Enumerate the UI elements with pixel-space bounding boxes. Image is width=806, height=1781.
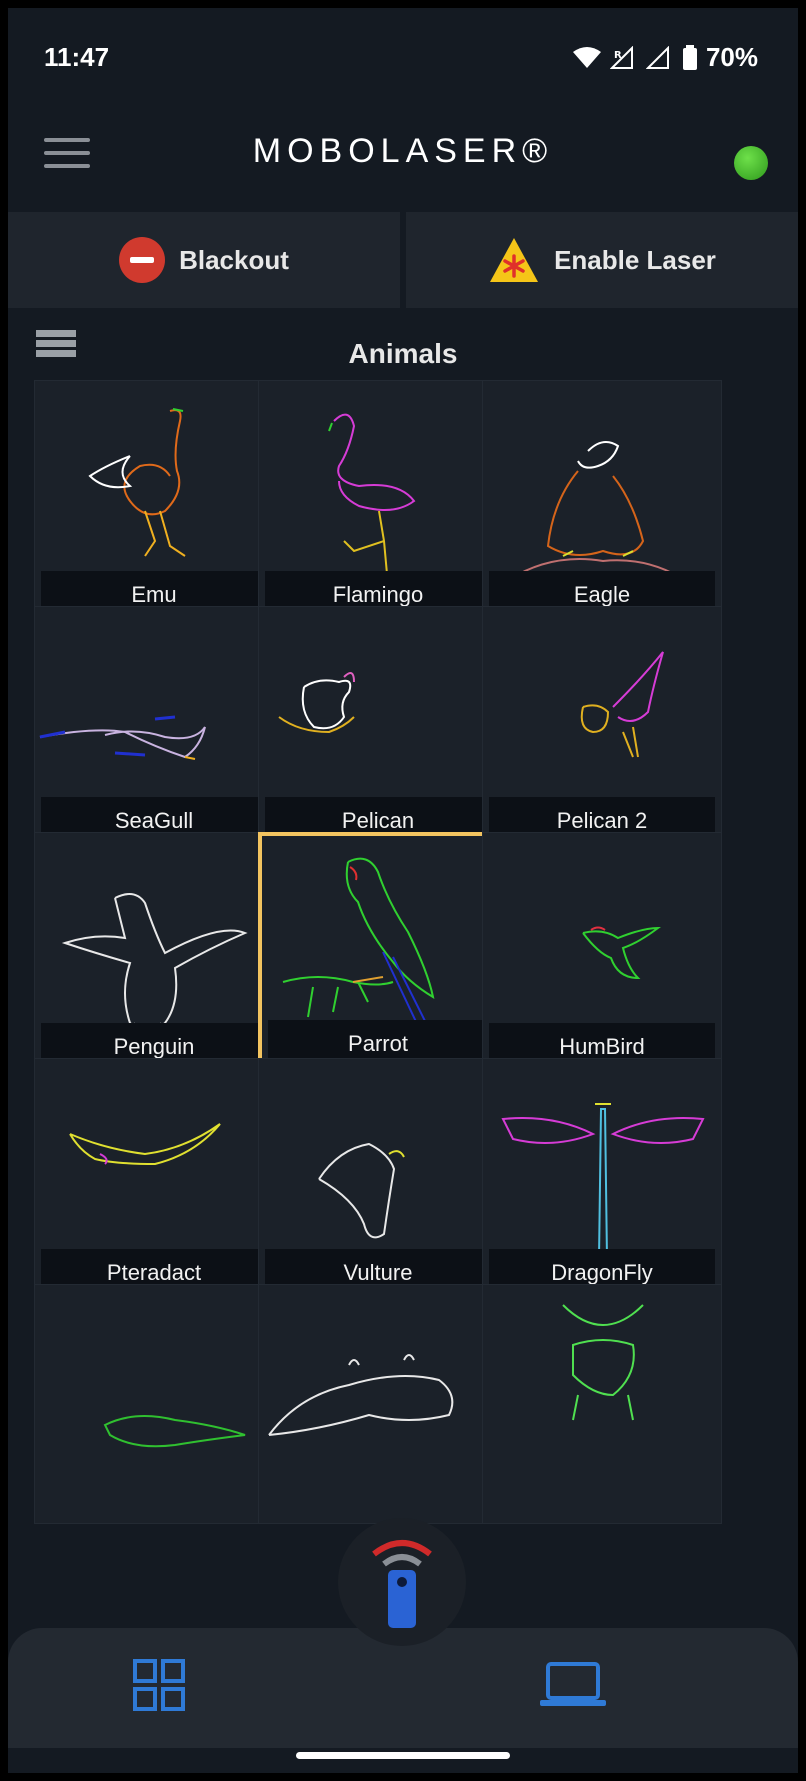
svg-text:R: R [614, 50, 622, 61]
section-header: Animals [8, 308, 798, 380]
tile-vulture[interactable]: Vulture [258, 1058, 498, 1298]
tile-emu[interactable]: Emu [34, 380, 274, 620]
laptop-icon[interactable] [538, 1660, 608, 1710]
tile-parrot[interactable]: Parrot [258, 832, 498, 1072]
tile-dragonfly[interactable]: DragonFly [482, 1058, 722, 1298]
animation-grid: Emu Flamingo Eagle SeaGull Pelican Pelic… [34, 380, 778, 1580]
app-title: MOBOLASER® [252, 132, 554, 170]
tile-frog[interactable] [482, 1284, 722, 1524]
tile-opossum[interactable] [258, 1284, 498, 1524]
status-icons: R 70% [572, 42, 758, 73]
app-screen: 11:47 R 70% MOBOLASER® Blackout Enable L… [8, 8, 798, 1773]
blackout-label: Blackout [179, 244, 289, 275]
tile-seagull[interactable]: SeaGull [34, 606, 274, 846]
opossum-image [268, 1354, 454, 1436]
remote-button[interactable] [338, 1518, 466, 1646]
tile-lizard[interactable] [34, 1284, 274, 1524]
grid-view-icon[interactable] [132, 1658, 186, 1712]
app-bar: MOBOLASER® [8, 100, 798, 210]
blackout-button[interactable]: Blackout [8, 212, 400, 308]
signal-icon: R [609, 45, 633, 69]
lizard-image [103, 1415, 246, 1448]
blackout-icon [119, 237, 166, 283]
laser-warning-icon [490, 238, 539, 282]
tile-pteradact[interactable]: Pteradact [34, 1058, 274, 1298]
bottom-navigation [8, 1628, 798, 1748]
status-time: 11:47 [44, 42, 110, 72]
status-bar: 11:47 R 70% [8, 8, 798, 100]
enable-laser-label: Enable Laser [554, 244, 716, 275]
tile-humbird[interactable]: HumBird [482, 832, 722, 1072]
tile-eagle[interactable]: Eagle [482, 380, 722, 620]
signal-icon-2 [645, 45, 669, 69]
category-title: Animals [348, 338, 458, 369]
tile-flamingo[interactable]: Flamingo [258, 380, 498, 620]
frog-image [562, 1304, 644, 1421]
connection-status-indicator[interactable] [734, 146, 768, 180]
wifi-icon [572, 46, 601, 68]
tile-penguin[interactable]: Penguin [34, 832, 274, 1072]
gesture-bar [296, 1752, 510, 1759]
enable-laser-button[interactable]: Enable Laser [406, 212, 798, 308]
tile-pelican-2[interactable]: Pelican 2 [482, 606, 722, 846]
tile-label: Parrot [268, 1020, 488, 1062]
battery-percent: 70% [705, 42, 758, 72]
action-bar: Blackout Enable Laser [8, 212, 798, 308]
tile-pelican[interactable]: Pelican [258, 606, 498, 846]
battery-icon [682, 44, 697, 70]
remote-icon [372, 1540, 432, 1628]
